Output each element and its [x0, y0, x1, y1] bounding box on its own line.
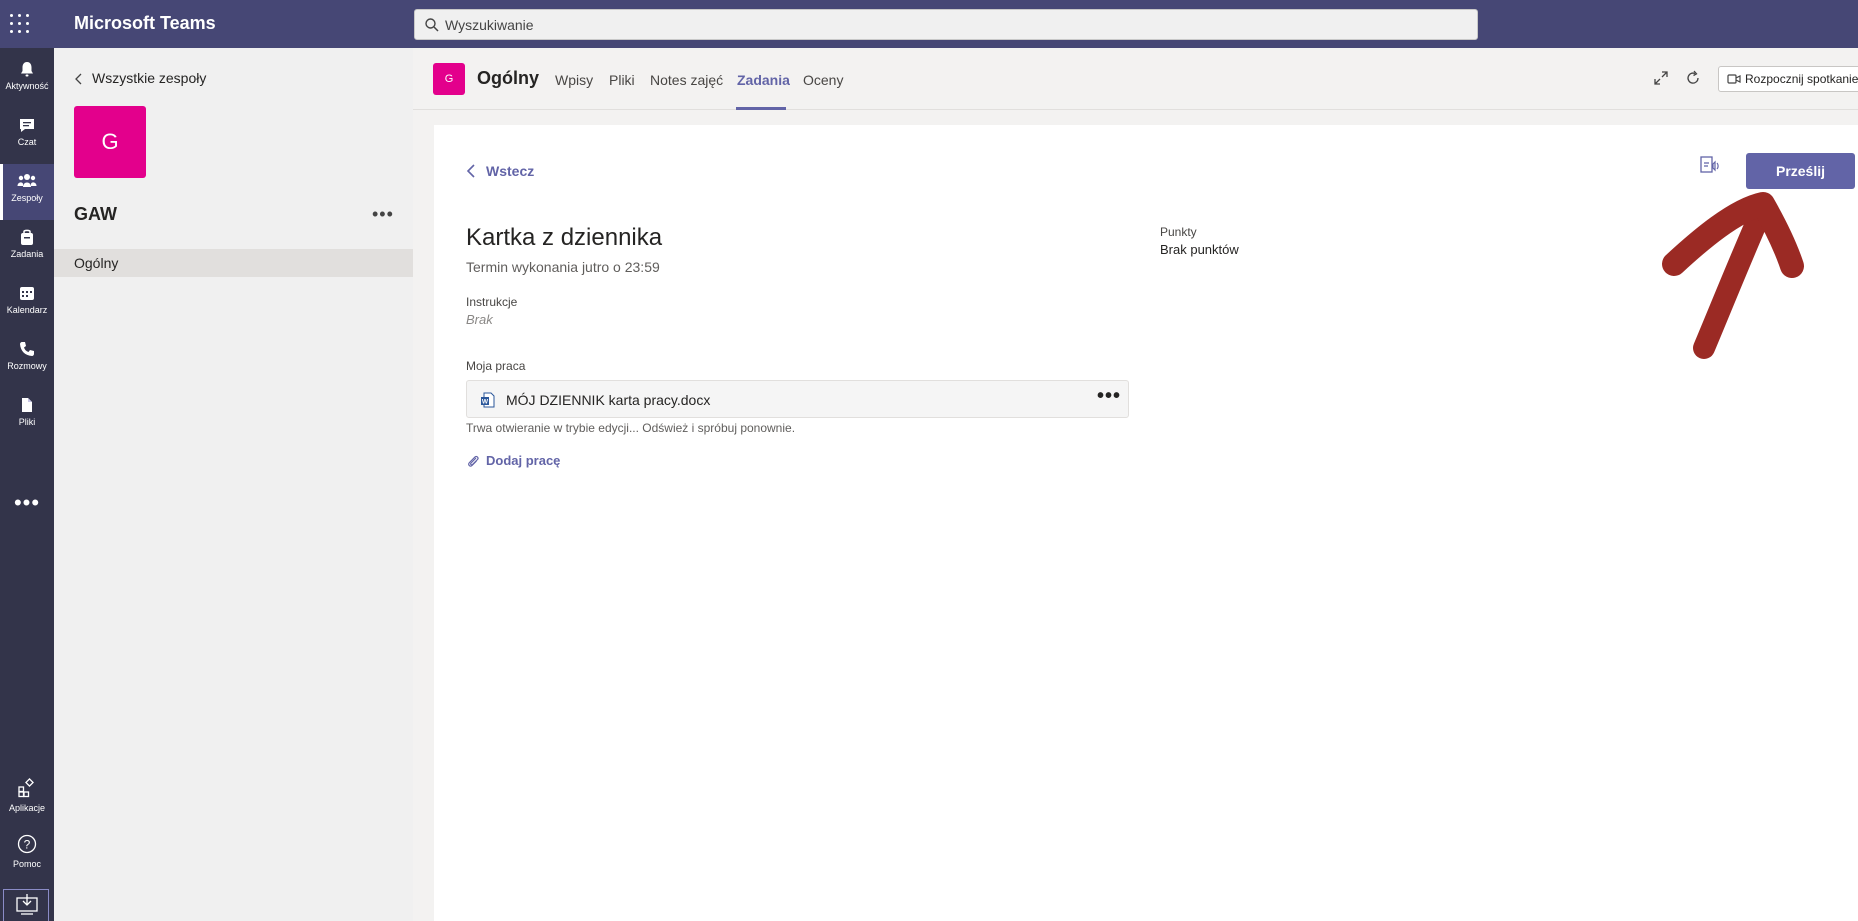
all-teams-link[interactable]: Wszystkie zespoły: [74, 70, 206, 86]
rail-label-calls: Rozmowy: [7, 361, 47, 371]
rail-label-help: Pomoc: [12, 859, 41, 869]
search-input[interactable]: Wyszukiwanie: [414, 9, 1478, 40]
channel-avatar: G: [433, 63, 465, 95]
rail-item-activity[interactable]: Aktywność: [0, 52, 54, 108]
svg-text:?: ?: [24, 838, 31, 852]
team-avatar: G: [74, 106, 146, 178]
rail-item-help[interactable]: ? Pomoc: [0, 834, 54, 869]
assignment-card: Wstecz Prześlij Kartka z dziennika Termi…: [434, 125, 1858, 921]
chevron-left-icon: [75, 73, 82, 85]
tab-files[interactable]: Pliki: [609, 72, 635, 88]
all-teams-label: Wszystkie zespoły: [92, 70, 207, 86]
channel-title: Ogólny: [477, 68, 539, 88]
download-app-button[interactable]: [3, 889, 49, 921]
calendar-icon: [20, 287, 34, 300]
tab-class-notebook[interactable]: Notes zajęć: [650, 72, 723, 88]
tab-assignments[interactable]: Zadania: [737, 72, 790, 88]
back-label: Wstecz: [486, 163, 535, 179]
rail-label-activity: Aktywność: [5, 81, 49, 91]
search-placeholder: Wyszukiwanie: [445, 17, 534, 33]
rail-label-files: Pliki: [18, 417, 36, 427]
apps-icon: [18, 778, 34, 798]
rail-label-apps: Aplikacje: [8, 803, 46, 813]
channel-item-general[interactable]: Ogólny: [54, 249, 413, 277]
file-name: MÓJ DZIENNIK karta pracy.docx: [506, 392, 711, 408]
rail-item-apps[interactable]: Aplikacje: [0, 778, 54, 813]
file-status-message: Trwa otwieranie w trybie edycji... Odświ…: [466, 421, 796, 435]
paperclip-icon: [468, 455, 479, 467]
help-icon: ?: [17, 834, 37, 854]
top-bar: Microsoft Teams Wyszukiwanie: [0, 0, 1858, 48]
word-document-icon: W: [481, 392, 495, 408]
download-icon: [16, 894, 38, 915]
expand-icon[interactable]: [1653, 70, 1669, 86]
add-work-label: Dodaj pracę: [486, 453, 561, 468]
video-camera-icon: [1727, 74, 1741, 84]
phone-icon: [20, 342, 34, 356]
rail-label-calendar: Kalendarz: [6, 305, 48, 315]
tab-posts[interactable]: Wpisy: [555, 72, 593, 88]
app-rail: Aktywność Czat Zespoły Zadania Kalendarz…: [0, 48, 54, 921]
team-name: GAW: [74, 204, 117, 224]
chat-icon: [20, 119, 34, 132]
instructions-label: Instrukcje: [466, 295, 518, 309]
back-button[interactable]: Wstecz: [466, 163, 534, 179]
rail-item-teams[interactable]: Zespoły: [0, 164, 54, 220]
rail-item-calendar[interactable]: Kalendarz: [0, 276, 54, 332]
assignment-due-date: Termin wykonania jutro o 23:59: [466, 259, 660, 275]
rail-label-assignments: Zadania: [10, 249, 44, 259]
tab-grades[interactable]: Oceny: [803, 72, 843, 88]
red-arrow-annotation: [1662, 192, 1804, 359]
rail-label-chat: Czat: [17, 137, 37, 147]
chevron-left-icon: [466, 164, 475, 178]
file-more-options-icon[interactable]: •••: [1097, 386, 1121, 406]
search-icon: [425, 18, 439, 32]
points-label: Punkty: [1160, 225, 1197, 239]
rail-item-files[interactable]: Pliki: [0, 388, 54, 444]
bell-icon: [21, 62, 33, 77]
rail-more-icon[interactable]: •••: [0, 492, 54, 514]
svg-text:W: W: [482, 399, 489, 406]
files-icon: [22, 398, 32, 412]
points-value: Brak punktów: [1160, 242, 1239, 257]
teams-icon: [17, 174, 37, 187]
app-launcher-icon[interactable]: [8, 12, 32, 36]
attached-file[interactable]: W MÓJ DZIENNIK karta pracy.docx •••: [466, 380, 1129, 418]
my-work-label: Moja praca: [466, 359, 526, 373]
rail-item-assignments[interactable]: Zadania: [0, 220, 54, 276]
instructions-value: Brak: [466, 312, 493, 327]
start-meeting-label: Rozpocznij spotkanie: [1745, 72, 1858, 86]
channel-header: G Ogólny Wpisy Pliki Notes zajęć Zadania…: [413, 48, 1858, 110]
rail-item-calls[interactable]: Rozmowy: [0, 332, 54, 388]
submit-button[interactable]: Prześlij: [1746, 153, 1855, 189]
app-title: Microsoft Teams: [74, 13, 216, 33]
add-work-button[interactable]: Dodaj pracę: [466, 453, 560, 468]
team-more-options-icon[interactable]: •••: [372, 204, 394, 225]
rail-label-teams: Zespoły: [11, 193, 43, 203]
start-meeting-button[interactable]: Rozpocznij spotkanie: [1718, 66, 1858, 92]
active-tab-indicator: [736, 107, 786, 110]
rail-item-chat[interactable]: Czat: [0, 108, 54, 164]
assignment-title: Kartka z dziennika: [466, 224, 663, 251]
team-pane: Wszystkie zespoły G GAW ••• Ogólny: [54, 48, 413, 921]
immersive-reader-icon[interactable]: [1699, 155, 1721, 177]
assignments-icon: [21, 229, 33, 245]
refresh-icon[interactable]: [1685, 70, 1701, 86]
